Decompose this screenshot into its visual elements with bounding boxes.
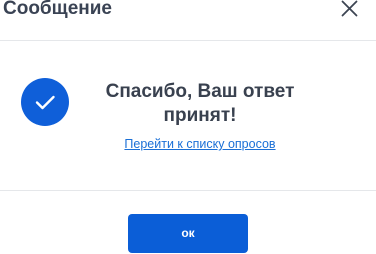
message-dialog: Сообщение Спасибо, Ваш ответ принят! Пер… [0,0,376,254]
survey-list-link[interactable]: Перейти к списку опросов [94,137,306,151]
ok-button[interactable]: ок [128,214,248,253]
checkmark-icon [21,78,69,126]
dialog-title: Сообщение [3,0,112,19]
header-divider [0,40,376,41]
footer-divider [0,190,376,191]
success-message: Спасибо, Ваш ответ принят! [105,81,295,126]
close-icon[interactable] [341,0,358,17]
dialog-header: Сообщение [0,0,376,40]
